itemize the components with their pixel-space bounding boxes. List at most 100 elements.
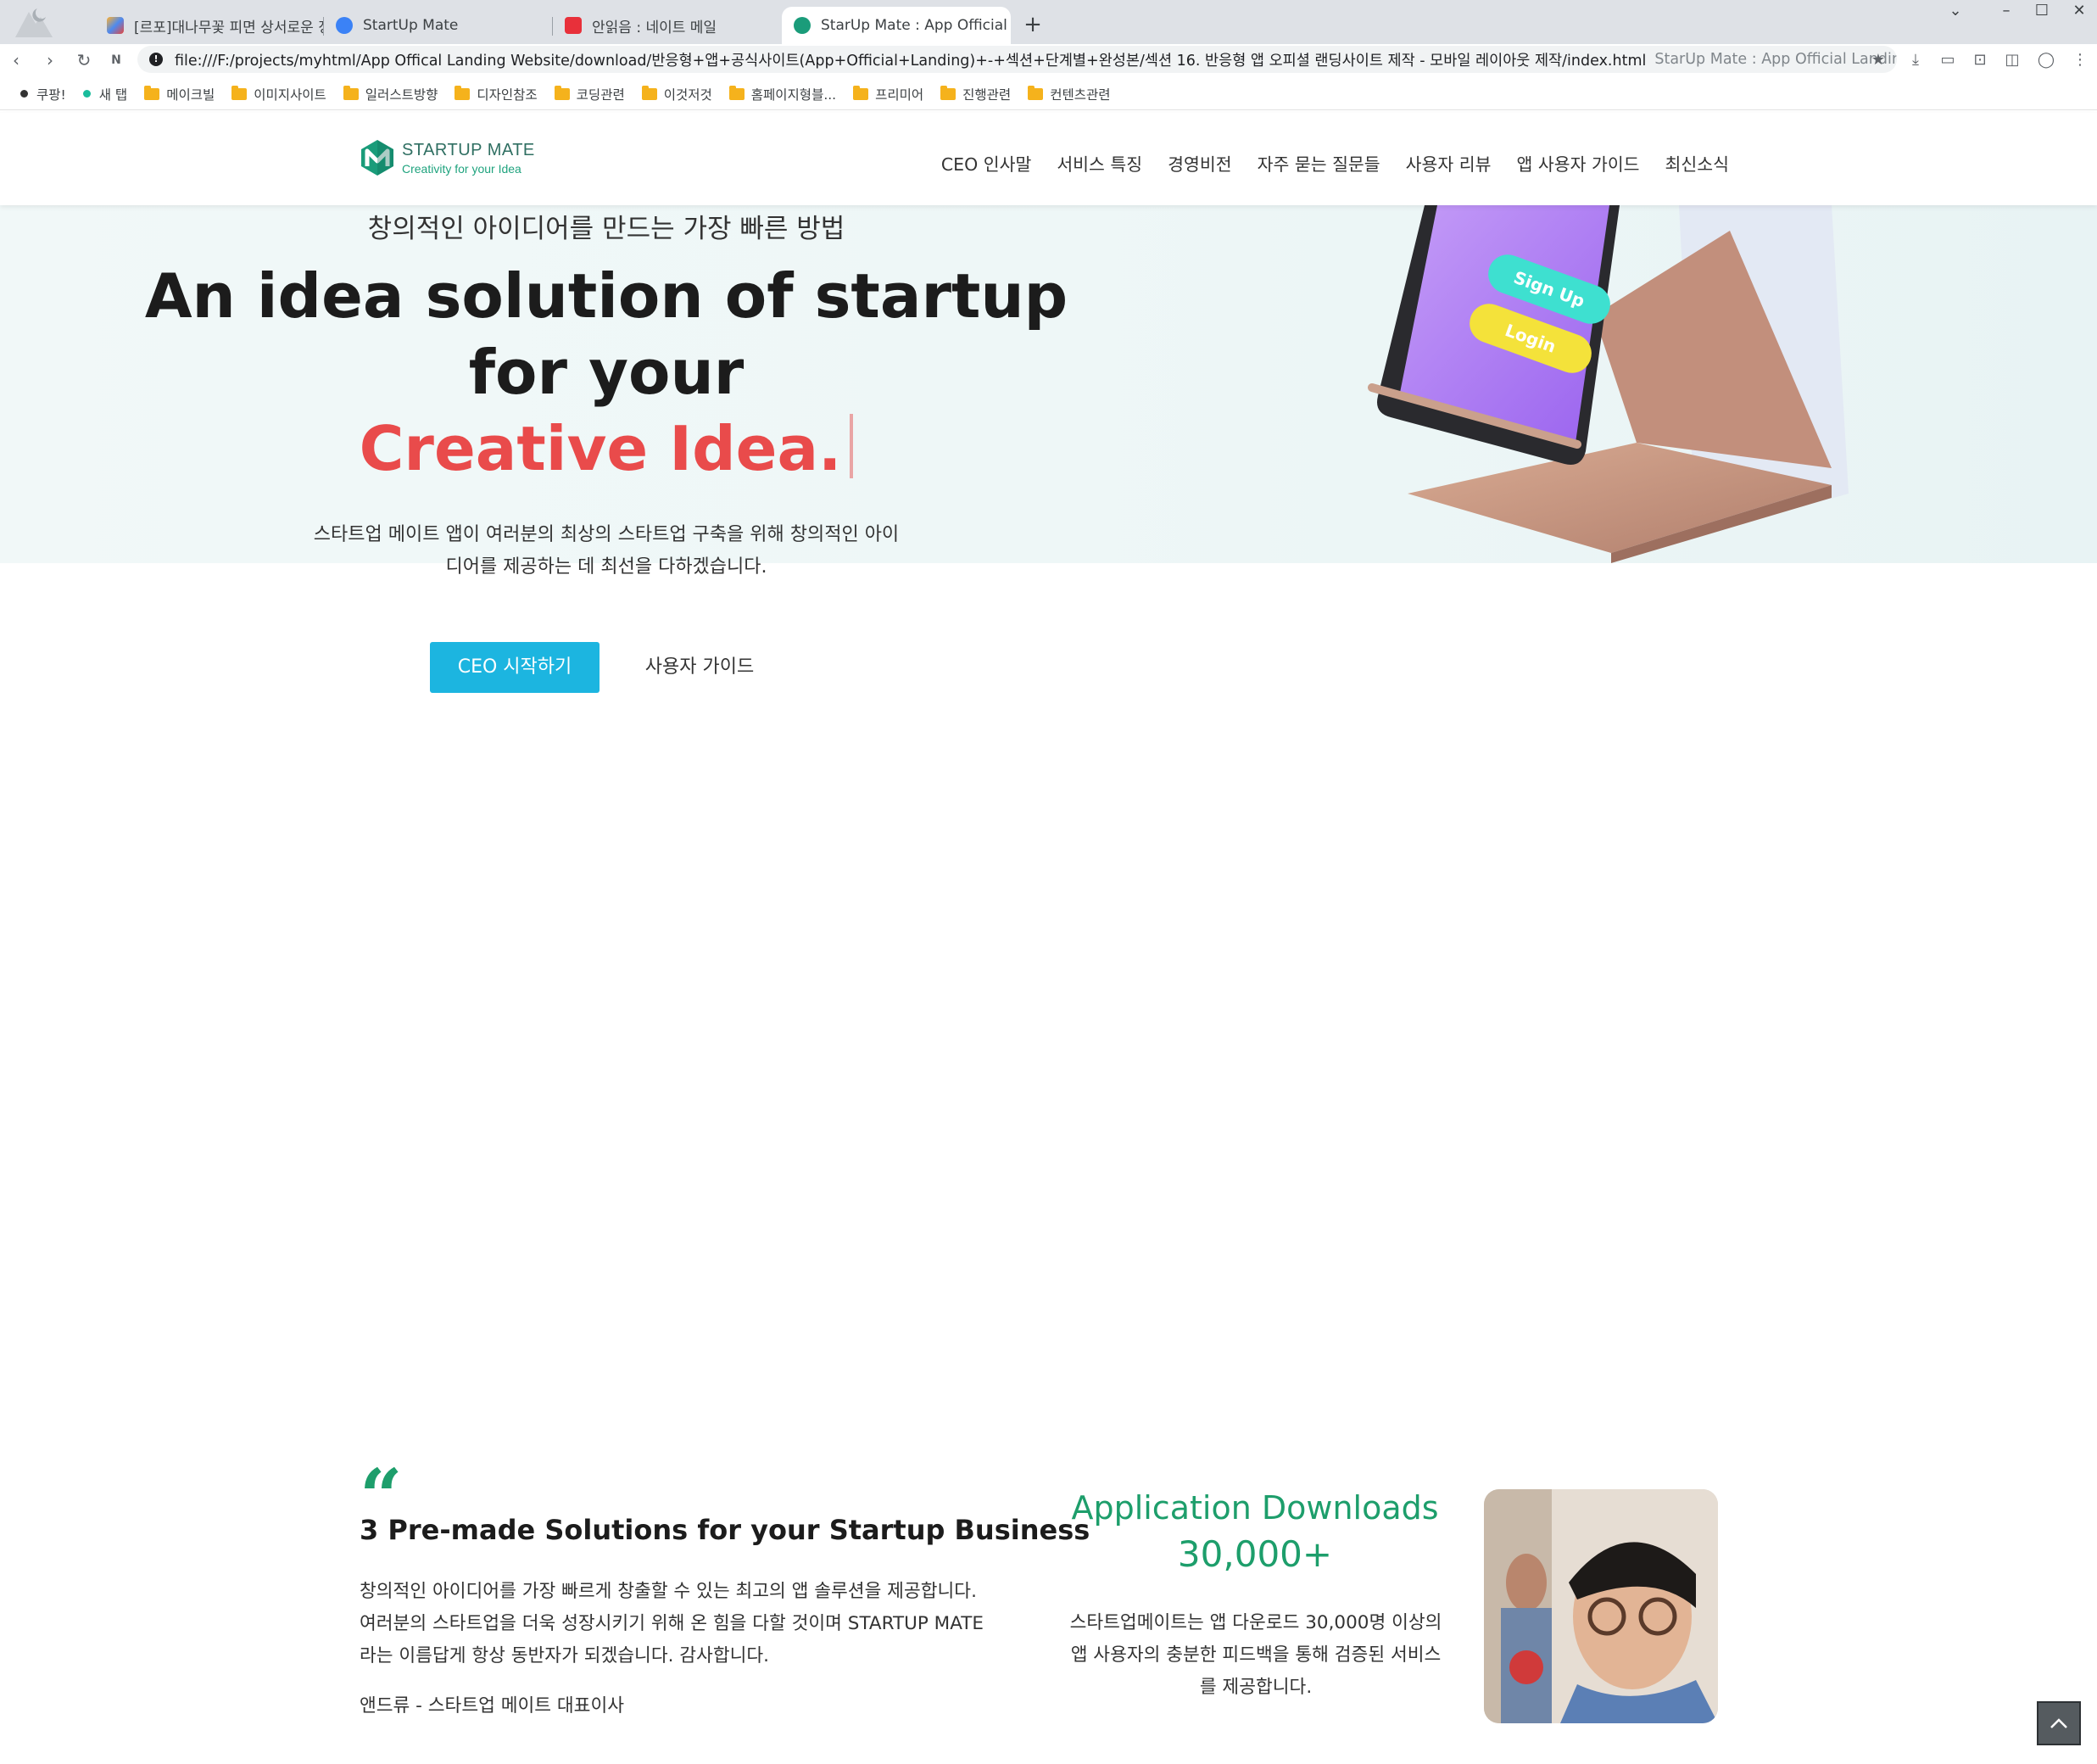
- tab-nate-mail[interactable]: 안읽음 : 네이트 메일: [553, 7, 782, 44]
- phone-stand-illustration: [1368, 205, 1849, 563]
- tab-title: StartUp Mate: [363, 17, 459, 34]
- bookmark-label: 진행관련: [962, 87, 1012, 103]
- folder-icon: [853, 85, 869, 100]
- info-icon[interactable]: !: [149, 53, 163, 66]
- logo-mark-icon: [361, 140, 393, 176]
- nav-item-reviews[interactable]: 사용자 리뷰: [1406, 150, 1492, 176]
- maximize-icon[interactable]: ☐: [2022, 0, 2062, 22]
- nav-item-app-guide[interactable]: 앱 사용자 가이드: [1516, 150, 1639, 176]
- url-text: file:///F:/projects/myhtml/App Offical L…: [175, 52, 1647, 70]
- sidebar-icon[interactable]: ◫: [2001, 49, 2023, 71]
- bookmark-label: 이것저것: [663, 87, 712, 103]
- site-logo[interactable]: STARTUP MATE Creativity for your Idea: [360, 138, 535, 177]
- address-bar[interactable]: ! file:///F:/projects/myhtml/App Offical…: [137, 46, 1897, 73]
- cast-icon[interactable]: ▭: [1937, 49, 1959, 71]
- nate-favicon-icon: [565, 17, 582, 34]
- downloads-count: 30,000+: [1177, 1533, 1333, 1575]
- bookmark-icon: [20, 90, 28, 98]
- logo-tagline: Creativity for your Idea: [402, 161, 521, 176]
- download-icon[interactable]: ⤓: [1905, 49, 1927, 71]
- startup-mate-favicon-icon: [794, 17, 811, 34]
- reload-icon[interactable]: ↻: [71, 47, 97, 73]
- folder-icon: [144, 85, 160, 100]
- bookmark-folder[interactable]: 프리미어: [853, 85, 923, 103]
- bookmark-folder[interactable]: 진행관련: [940, 85, 1011, 103]
- folder-icon: [455, 85, 471, 100]
- bookmark-label: 쿠팡!: [36, 87, 66, 103]
- bookmark-label: 홈페이지형블...: [750, 87, 837, 103]
- notion-icon[interactable]: N: [103, 47, 129, 73]
- solutions-description: 창의적인 아이디어를 가장 빠르게 창출할 수 있는 최고의 앱 솔루션을 제공…: [360, 1581, 984, 1666]
- bookmark-folder[interactable]: 일러스트방향: [343, 85, 438, 103]
- tab-search-icon[interactable]: ⌄: [1935, 0, 1976, 22]
- quote-icon: “: [360, 1462, 403, 1504]
- screenshot-icon[interactable]: ⊡: [1969, 49, 1991, 71]
- bookmark-label: 새 탭: [98, 87, 128, 103]
- bookmark-label: 일러스트방향: [365, 87, 438, 103]
- account-icon[interactable]: ◯: [2035, 49, 2057, 71]
- bookmark-folder[interactable]: 컨텐츠관련: [1028, 85, 1111, 103]
- ceo-signature: 앤드류 - 스타트업 메이트 대표이사: [360, 1695, 625, 1717]
- downloads-label: Application Downloads: [1071, 1489, 1439, 1527]
- ceo-photo: [1484, 1489, 1718, 1723]
- bookmark-coupang[interactable]: 쿠팡!: [20, 85, 66, 103]
- minimize-icon[interactable]: –: [1986, 0, 2027, 22]
- page-title-hint: StarUp Mate : App Official Landing: [1654, 51, 1897, 68]
- tab-active-landing[interactable]: StarUp Mate : App Official Landi: [782, 7, 1011, 44]
- bookmark-folder[interactable]: 이미지사이트: [231, 85, 326, 103]
- bookmarks-bar: 쿠팡! 새 탭 메이크빌 이미지사이트 일러스트방향 디자인참조 코딩관련 이것…: [0, 78, 2097, 110]
- user-guide-button[interactable]: 사용자 가이드: [627, 642, 772, 693]
- daum-favicon-icon: [107, 17, 124, 34]
- back-icon[interactable]: ‹: [3, 47, 29, 73]
- bookmark-folder[interactable]: 디자인참조: [455, 85, 538, 103]
- close-icon[interactable]: ✕: [2059, 0, 2097, 22]
- typing-caret: [850, 414, 854, 478]
- bookmark-label: 컨텐츠관련: [1050, 87, 1111, 103]
- nav-item-ceo-greeting[interactable]: CEO 인사말: [941, 150, 1032, 176]
- bookmark-label: 디자인참조: [477, 87, 538, 103]
- bookmark-folder[interactable]: 메이크빌: [144, 85, 215, 103]
- folder-icon: [554, 85, 570, 100]
- tab-startup-mate[interactable]: StartUp Mate: [324, 7, 553, 44]
- nav-item-faq[interactable]: 자주 묻는 질문들: [1258, 150, 1380, 176]
- nav-item-service-features[interactable]: 서비스 특징: [1057, 150, 1142, 176]
- hero-subtitle: 창의적인 아이디어를 만드는 가장 빠른 방법: [367, 214, 845, 244]
- browser-tabstrip: [르포]대나무꽃 피면 상서로운 징 StartUp Mate 안읽음 : 네이…: [0, 0, 2097, 44]
- hero-title-highlight: Creative Idea.: [359, 413, 842, 484]
- folder-icon: [343, 85, 359, 100]
- bookmark-folder[interactable]: 코딩관련: [554, 85, 625, 103]
- solutions-title: 3 Pre-made Solutions for your Startup Bu…: [360, 1514, 1090, 1546]
- bookmark-icon: [82, 90, 91, 98]
- bookmark-label: 프리미어: [875, 87, 924, 103]
- ceo-start-button[interactable]: CEO 시작하기: [430, 642, 600, 693]
- startup-mate-favicon-icon: [336, 17, 353, 34]
- folder-icon: [641, 85, 657, 100]
- bookmark-newtab[interactable]: 새 탭: [82, 85, 128, 103]
- hero-description: 스타트업 메이트 앱이 여러분의 최상의 스타트업 구축을 위해 창의적인 아이…: [313, 524, 900, 578]
- hero-title: An idea solution of startup for your Cre…: [0, 258, 1213, 487]
- logo-name: STARTUP MATE: [402, 140, 535, 159]
- profile-icon[interactable]: [12, 5, 54, 39]
- bookmark-star-icon[interactable]: ★: [1867, 49, 1889, 71]
- folder-icon: [728, 85, 745, 100]
- nav-item-vision[interactable]: 경영비전: [1168, 150, 1231, 176]
- folder-icon: [940, 85, 956, 100]
- chevron-up-icon: [2050, 1718, 2067, 1728]
- hero-title-line2: for your: [468, 337, 745, 408]
- browser-toolbar: ‹ › ↻ N ! file:///F:/projects/myhtml/App…: [0, 44, 2097, 75]
- downloads-description: 스타트업메이트는 앱 다운로드 30,000명 이상의 앱 사용자의 충분한 피…: [1069, 1612, 1442, 1698]
- scroll-to-top-button[interactable]: [2037, 1701, 2081, 1745]
- bookmark-folder[interactable]: 홈페이지형블...: [728, 85, 837, 103]
- bookmark-label: 메이크빌: [166, 87, 215, 103]
- forward-icon[interactable]: ›: [37, 47, 63, 73]
- main-nav: CEO 인사말 서비스 특징 경영비전 자주 묻는 질문들 사용자 리뷰 앱 사…: [941, 150, 1729, 176]
- tab-news[interactable]: [르포]대나무꽃 피면 상서로운 징: [95, 7, 324, 44]
- new-tab-button[interactable]: +: [1018, 10, 1048, 41]
- site-header: STARTUP MATE Creativity for your Idea CE…: [0, 113, 2097, 205]
- tab-title: StarUp Mate : App Official Landi: [821, 17, 1011, 34]
- nav-item-news[interactable]: 최신소식: [1665, 150, 1729, 176]
- bookmark-folder[interactable]: 이것저것: [641, 85, 712, 103]
- tab-title: [르포]대나무꽃 피면 상서로운 징: [134, 19, 324, 36]
- menu-dots-icon[interactable]: ⋮: [2069, 49, 2091, 71]
- bookmark-label: 코딩관련: [576, 87, 625, 103]
